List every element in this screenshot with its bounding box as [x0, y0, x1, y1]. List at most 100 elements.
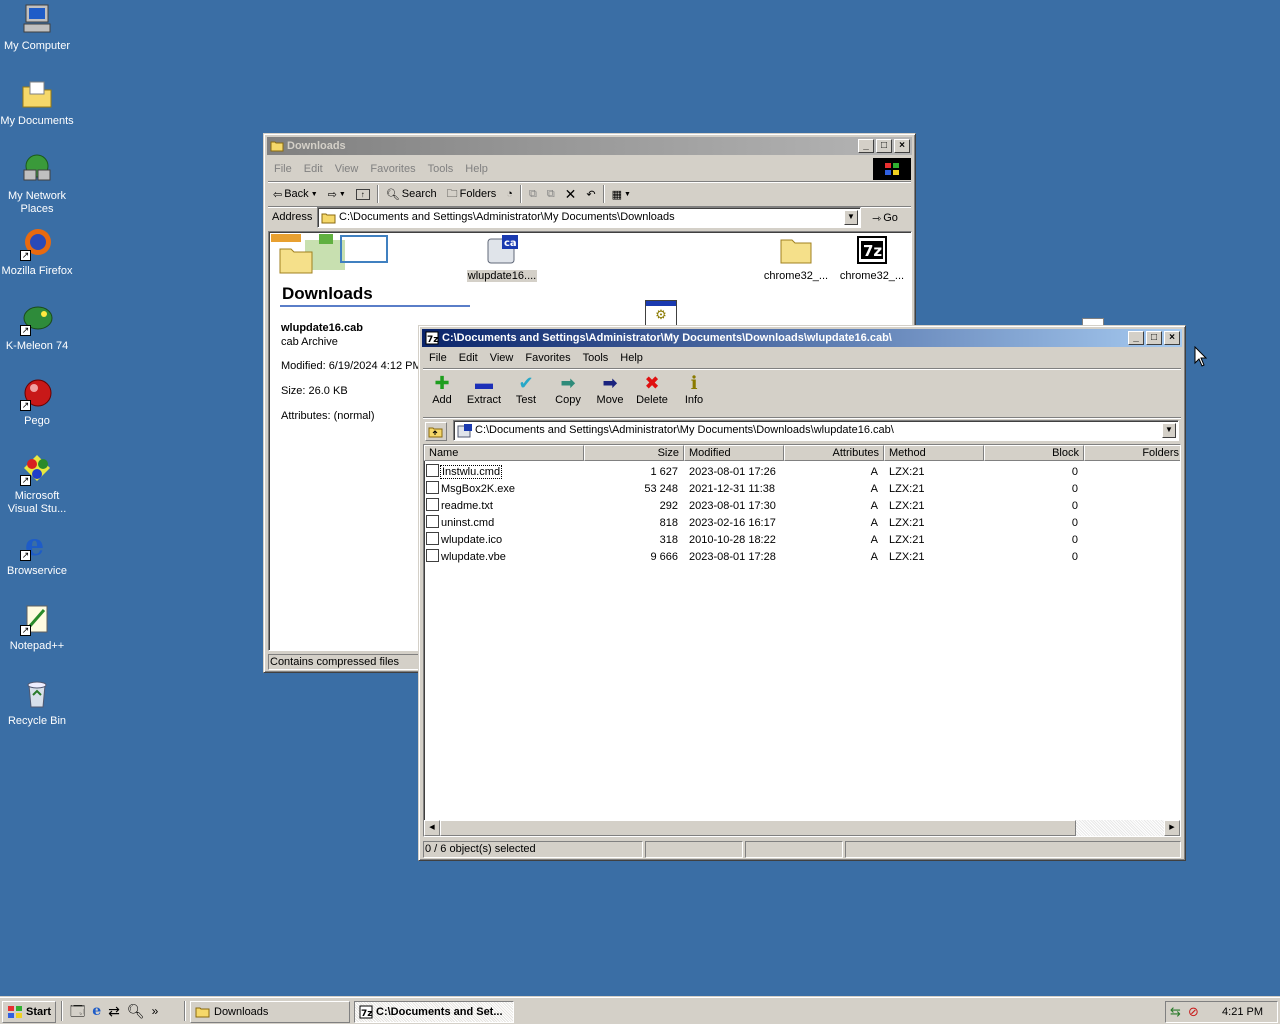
desktop-icon-kmeleon[interactable]: ↗ K-Meleon 74 — [0, 302, 74, 353]
exe-file-icon — [426, 481, 439, 494]
delete-button[interactable]: ✕ — [562, 184, 580, 204]
folders-button[interactable]: 🗀 Folders — [444, 184, 500, 204]
explorer-titlebar[interactable]: Downloads _ □ × — [267, 137, 912, 155]
desktop-icon-notepadpp[interactable]: ↗ Notepad++ — [0, 602, 74, 653]
maximize-button[interactable]: □ — [876, 139, 892, 153]
menu-help[interactable]: Help — [459, 163, 494, 175]
copy-to-button[interactable]: ⧉ — [544, 184, 558, 204]
maximize-button[interactable]: □ — [1146, 331, 1162, 345]
network-icon — [20, 152, 54, 186]
exe-file-icon[interactable]: ⚙ — [645, 300, 677, 326]
search-button[interactable]: 🔍︎ Search — [383, 184, 440, 204]
address-combobox[interactable]: C:\Documents and Settings\Administrator\… — [317, 207, 861, 228]
desktop-icon-pego[interactable]: ↗ Pego — [0, 377, 74, 428]
column-size[interactable]: Size — [584, 445, 684, 461]
table-row[interactable]: MsgBox2K.exe 53 248 2021-12-31 11:38 A L… — [424, 481, 1180, 498]
add-button[interactable]: ✚ Add — [421, 372, 463, 414]
extract-icon: ▬ — [475, 373, 493, 393]
kmeleon-icon: ↗ — [20, 302, 54, 336]
move-button[interactable]: ➡ Move — [589, 372, 631, 414]
column-method[interactable]: Method — [884, 445, 984, 461]
antivirus-tray-icon[interactable]: ⊘ — [1188, 1004, 1199, 1020]
views-button[interactable]: ▦ ▼ — [609, 184, 634, 204]
table-row[interactable]: readme.txt 292 2023-08-01 17:30 A LZX:21… — [424, 498, 1180, 515]
info-button[interactable]: ℹ Info — [673, 372, 715, 414]
move-to-button[interactable]: ⧉ — [526, 184, 540, 204]
up-folder-icon: ↑ — [355, 188, 370, 200]
table-row[interactable]: wlupdate.ico 318 2010-10-28 18:22 A LZX:… — [424, 532, 1180, 549]
shortcut-arrow-icon: ↗ — [20, 325, 31, 336]
menu-help[interactable]: Help — [614, 352, 649, 364]
delete-icon: ✖ — [644, 373, 660, 393]
column-block[interactable]: Block — [984, 445, 1084, 461]
column-folders[interactable]: Folders — [1084, 445, 1180, 461]
horizontal-scrollbar[interactable]: ◀ ▶ — [424, 820, 1180, 836]
up-folder-button[interactable] — [425, 422, 447, 441]
test-icon: ✔ — [518, 373, 534, 393]
back-button[interactable]: ⇦ Back ▼ — [270, 184, 321, 204]
menu-tools[interactable]: Tools — [577, 352, 615, 364]
minimize-button[interactable]: _ — [1128, 331, 1144, 345]
extract-button[interactable]: ▬ Extract — [463, 372, 505, 414]
network-icon[interactable]: ⇄ — [108, 1003, 120, 1019]
menu-edit[interactable]: Edit — [298, 163, 329, 175]
column-name[interactable]: Name — [424, 445, 584, 461]
scroll-left-button[interactable]: ◀ — [424, 820, 440, 836]
undo-button[interactable]: ↶ — [583, 184, 598, 204]
column-modified[interactable]: Modified — [684, 445, 784, 461]
7zip-titlebar[interactable]: 7z C:\Documents and Settings\Administrat… — [422, 329, 1182, 347]
chevron-down-icon[interactable]: ▼ — [339, 191, 346, 198]
start-button[interactable]: Start — [2, 1001, 56, 1023]
column-attributes[interactable]: Attributes — [784, 445, 884, 461]
desktop-icon-my-documents[interactable]: My Documents — [0, 77, 74, 128]
desktop-icon-browservice[interactable]: e ↗ Browservice — [0, 527, 74, 578]
copy-button[interactable]: ➡ Copy — [547, 372, 589, 414]
desktop-icon-my-computer[interactable]: My Computer — [0, 2, 74, 53]
close-button[interactable]: × — [894, 139, 910, 153]
table-row[interactable]: Instwlu.cmd 1 627 2023-08-01 17:26 A LZX… — [424, 464, 1180, 481]
table-row[interactable]: wlupdate.vbe 9 666 2023-08-01 17:28 A LZ… — [424, 549, 1180, 566]
menu-file[interactable]: File — [268, 163, 298, 175]
forward-button[interactable]: ⇨ ▼ — [325, 184, 349, 204]
internet-explorer-icon[interactable]: e — [92, 1003, 101, 1019]
taskbar-button-downloads[interactable]: Downloads — [190, 1001, 350, 1023]
menu-favorites[interactable]: Favorites — [364, 163, 421, 175]
menu-edit[interactable]: Edit — [453, 352, 484, 364]
folder-icon — [279, 248, 313, 274]
path-combobox[interactable]: C:\Documents and Settings\Administrator\… — [453, 420, 1179, 441]
table-row[interactable]: uninst.cmd 818 2023-02-16 16:17 A LZX:21… — [424, 515, 1180, 532]
desktop-icon-network[interactable]: My Network Places — [0, 152, 74, 216]
search-icon[interactable]: 🔍︎ — [127, 1003, 145, 1019]
file-list[interactable]: Name Size Modified Attributes Method Blo… — [423, 444, 1181, 837]
delete-button[interactable]: ✖ Delete — [631, 372, 673, 414]
chevron-down-icon[interactable]: ▼ — [311, 191, 318, 198]
scroll-thumb[interactable] — [440, 820, 1076, 836]
menu-favorites[interactable]: Favorites — [519, 352, 576, 364]
go-button[interactable]: ⇾ Go — [869, 208, 901, 228]
menu-view[interactable]: View — [484, 352, 520, 364]
clock[interactable]: 4:21 PM — [1222, 1006, 1263, 1018]
cmd-file-icon — [426, 464, 439, 477]
network-tray-icon[interactable]: ⇆ — [1170, 1004, 1181, 1020]
file-item[interactable]: chrome32_... — [761, 234, 831, 282]
7zip-window[interactable]: 7z C:\Documents and Settings\Administrat… — [418, 325, 1186, 861]
test-button[interactable]: ✔ Test — [505, 372, 547, 414]
file-item[interactable]: ca wlupdate16.... — [467, 234, 537, 282]
path-dropdown-button[interactable]: ▼ — [1162, 423, 1176, 438]
menu-tools[interactable]: Tools — [422, 163, 460, 175]
quick-launch-chevron[interactable]: » — [152, 1003, 159, 1019]
close-button[interactable]: × — [1164, 331, 1180, 345]
desktop-icon-visual-studio[interactable]: ↗ Microsoft Visual Stu... — [0, 452, 74, 516]
up-folder-button[interactable]: ↑ — [353, 184, 373, 204]
minimize-button[interactable]: _ — [858, 139, 874, 153]
history-button[interactable]: ◔ — [503, 184, 516, 204]
menu-file[interactable]: File — [423, 352, 453, 364]
scroll-right-button[interactable]: ▶ — [1164, 820, 1180, 836]
menu-view[interactable]: View — [329, 163, 365, 175]
file-item[interactable]: 7z chrome32_... — [837, 234, 907, 282]
address-dropdown-button[interactable]: ▼ — [844, 210, 858, 225]
desktop-icon-recycle-bin[interactable]: Recycle Bin — [0, 677, 74, 728]
desktop-icon-firefox[interactable]: ↗ Mozilla Firefox — [0, 227, 74, 278]
taskbar-button-7zip[interactable]: 7z C:\Documents and Set... — [354, 1001, 514, 1023]
show-desktop-icon[interactable]: 🗔 — [70, 1003, 85, 1019]
